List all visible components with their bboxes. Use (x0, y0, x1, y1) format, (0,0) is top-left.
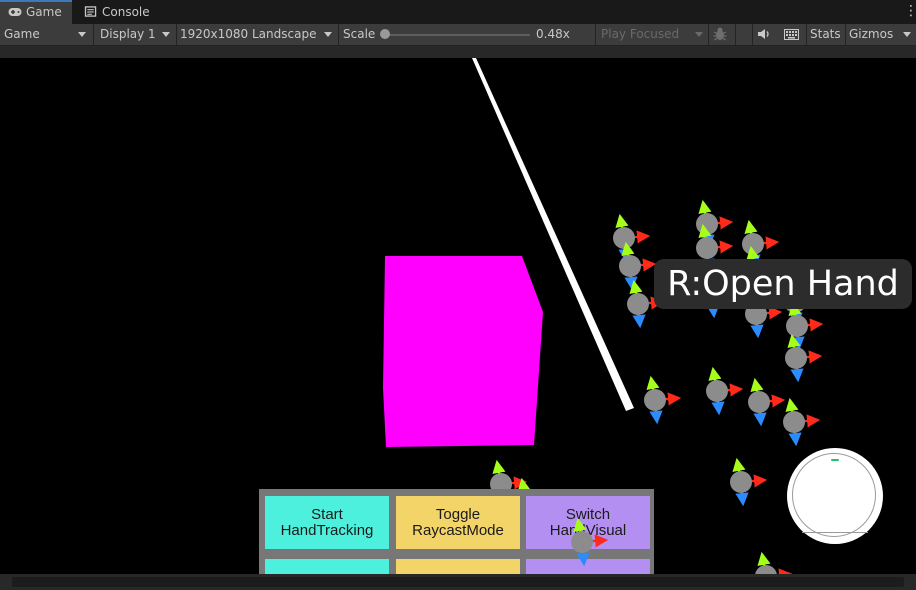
more-options-icon[interactable]: ⋮ (904, 3, 916, 19)
hand-joint-gizmo (644, 375, 682, 425)
hand-state-label: R:Open Hand (654, 259, 912, 309)
hand-joint-gizmo (783, 397, 821, 447)
switch-handvisual-button[interactable]: Switch HandVisual (526, 496, 650, 549)
hand-joint-gizmo (785, 333, 823, 383)
view-mode-dropdown[interactable]: Game (4, 24, 90, 45)
hand-joint-gizmo (755, 551, 793, 574)
play-mode-dropdown[interactable]: Play Focused (601, 24, 707, 45)
hand-joint-gizmo (730, 457, 768, 507)
window-tab-bar: Game Console ⋮ (0, 0, 916, 24)
stats-toggle[interactable]: Stats (810, 24, 844, 45)
status-indicator (831, 459, 839, 461)
menu-button-row2-col2[interactable] (396, 559, 520, 574)
resolution-dropdown[interactable]: 1920x1080 Landscape (180, 24, 336, 45)
menu-panel: Start HandTracking Toggle RaycastMode Sw… (259, 489, 654, 574)
audio-mute-icon[interactable] (757, 24, 777, 45)
display-dropdown[interactable]: Display 1 (100, 24, 174, 45)
game-viewport[interactable]: R:Open Hand Start HandTracking Toggle Ra… (0, 58, 916, 574)
bottom-scrollbar[interactable] (0, 574, 916, 590)
scale-slider-handle[interactable] (380, 29, 390, 39)
viewport-top-strip (0, 46, 916, 58)
tab-game[interactable]: Game (0, 0, 72, 24)
scale-label: Scale (343, 27, 376, 41)
menu-button-row2-col3[interactable] (526, 559, 650, 574)
bug-icon[interactable] (712, 24, 732, 45)
keyboard-icon[interactable] (784, 24, 804, 45)
gamepad-icon (8, 8, 22, 16)
tab-console-label: Console (102, 5, 150, 19)
gizmos-dropdown[interactable]: Gizmos (849, 24, 915, 45)
scale-slider-track[interactable] (384, 34, 530, 36)
hand-joint-gizmo (706, 366, 744, 416)
hand-joint-gizmo (613, 213, 651, 263)
start-handtracking-button[interactable]: Start HandTracking (265, 496, 389, 549)
tab-console[interactable]: Console (84, 0, 164, 24)
toggle-raycastmode-button[interactable]: Toggle RaycastMode (396, 496, 520, 549)
console-icon (84, 6, 97, 17)
scale-value: 0.48x (536, 27, 570, 41)
wrist-watch-widget (787, 448, 883, 544)
tab-game-label: Game (26, 5, 62, 19)
hand-joint-gizmo (748, 377, 786, 427)
menu-button-row2-col1[interactable] (265, 559, 389, 574)
